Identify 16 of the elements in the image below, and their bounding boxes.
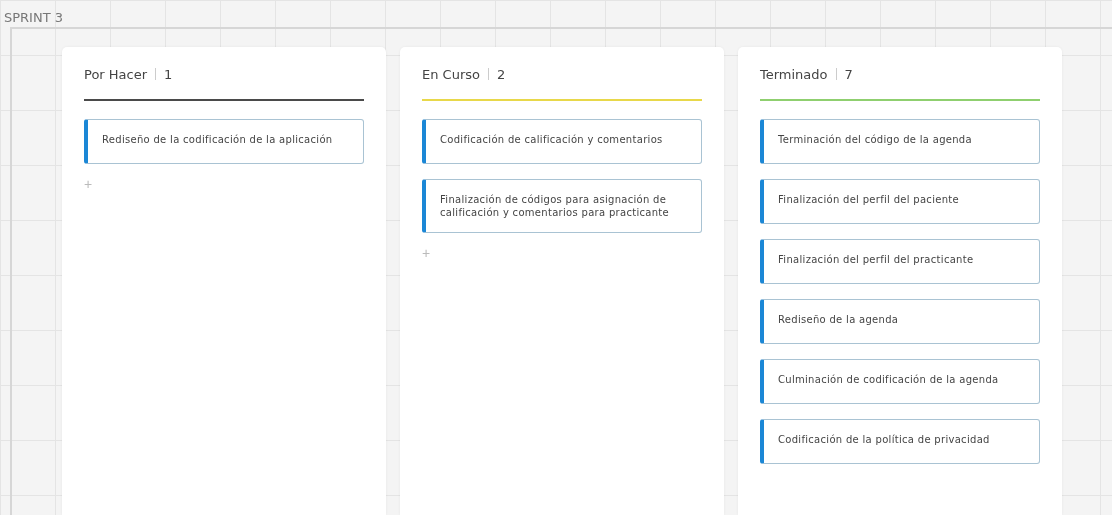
task-card[interactable]: Finalización de códigos para asignación de calificación y comentarios para practicante (422, 179, 702, 233)
task-card[interactable]: Culminación de codificación de la agenda (760, 359, 1040, 404)
task-card[interactable]: Rediseño de la agenda (760, 299, 1040, 344)
task-card[interactable]: Finalización del perfil del practicante (760, 239, 1040, 284)
board-title: SPRINT 3 (3, 9, 65, 27)
card-count: 7 (844, 66, 853, 82)
column-title: Por Hacer (84, 66, 148, 82)
column-title: Terminado (760, 66, 828, 82)
task-card[interactable]: Rediseño de la codificación de la aplicación (84, 119, 364, 164)
card-count: 1 (164, 66, 173, 82)
task-card[interactable]: Terminación del código de la agenda (760, 119, 1040, 164)
column-title: En Curso (422, 66, 480, 82)
task-card[interactable]: Codificación de calificación y comentarios (422, 119, 702, 164)
card-count: 2 (497, 66, 506, 82)
task-card[interactable]: Codificación de la política de privacidad (760, 419, 1040, 464)
task-card[interactable]: Finalización del perfil del paciente (760, 179, 1040, 224)
